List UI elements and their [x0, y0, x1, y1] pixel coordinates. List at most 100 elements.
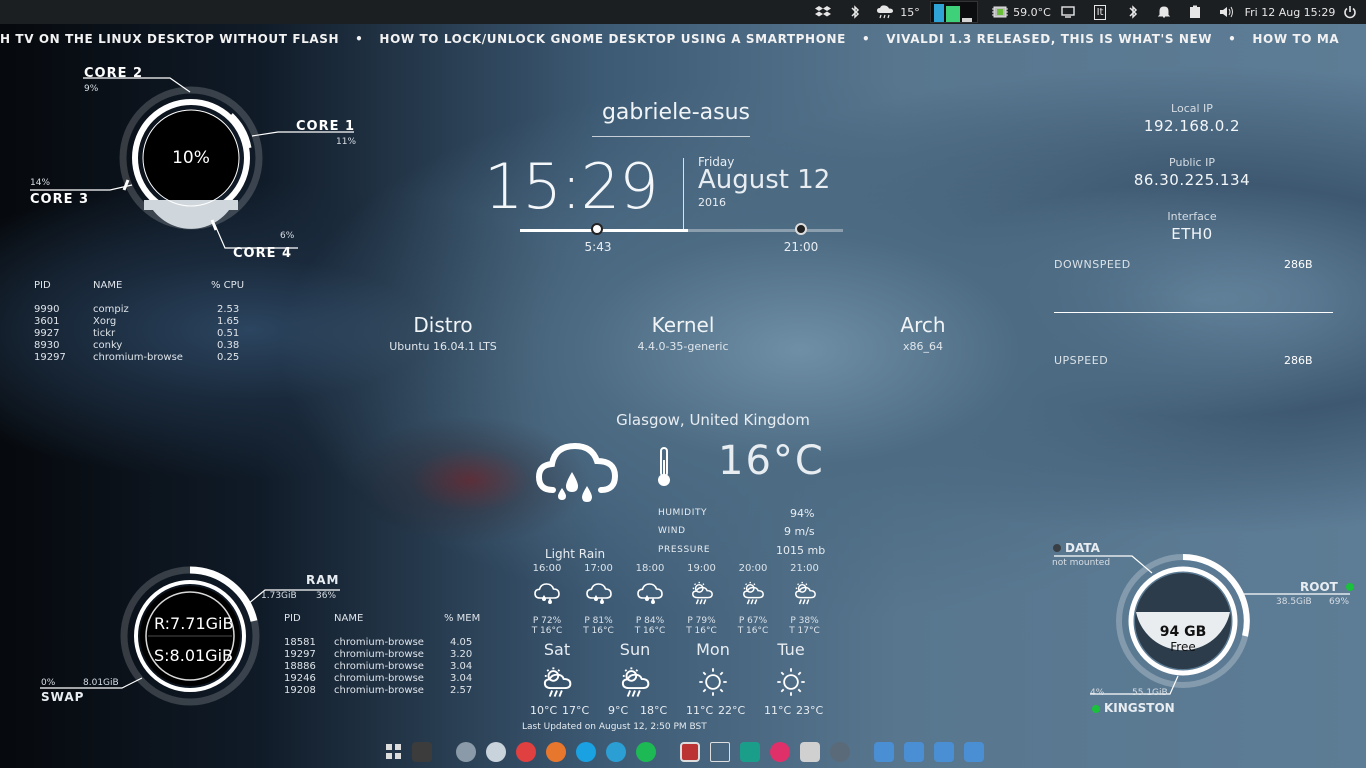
gmail-icon[interactable]: [516, 742, 536, 762]
humidity-label: HUMIDITY: [658, 508, 708, 518]
hourly-precip: P 38%: [790, 616, 819, 626]
terminal-icon[interactable]: [412, 742, 432, 762]
bluetooth-status-icon[interactable]: [1124, 0, 1142, 24]
thermometer-icon: [658, 447, 670, 486]
rain-cloud-icon: [625, 581, 675, 608]
table-row: 18886 chromium-browse 3.04: [284, 661, 484, 673]
public-ip-value: 86.30.225.134: [1133, 171, 1251, 189]
power-icon[interactable]: [1340, 0, 1360, 24]
document-edit-icon[interactable]: [800, 742, 820, 762]
pressure-value: 1015 mb: [776, 544, 826, 557]
cell-pid: 9990: [34, 304, 60, 315]
display-icon[interactable]: [1058, 0, 1078, 24]
panel-clock[interactable]: Fri 12 Aug 15:29: [1244, 0, 1336, 24]
documents-folder-icon[interactable]: [904, 742, 924, 762]
ticker-item[interactable]: VIVALDI 1.3 RELEASED, THIS IS WHAT'S NEW: [886, 32, 1212, 46]
cell-name: chromium-browse: [334, 637, 424, 648]
col-name: NAME: [334, 613, 364, 624]
sunset-marker: [795, 223, 807, 235]
hostname: gabriele-asus: [601, 100, 751, 125]
upload-app-icon[interactable]: [680, 742, 700, 762]
editor-pen-icon[interactable]: [710, 742, 730, 762]
arch-value: x86_64: [902, 340, 943, 353]
ticker-item[interactable]: HOW TO MA: [1252, 32, 1339, 46]
cell-name: conky: [93, 340, 123, 351]
firefox-icon[interactable]: [546, 742, 566, 762]
hourly-temp: T 16°C: [634, 626, 666, 636]
network-graph-baseline: [1054, 312, 1333, 313]
ram-label: RAM: [306, 573, 340, 587]
system-monitor-graph[interactable]: [930, 0, 978, 24]
core2-label: CORE 2: [84, 66, 144, 81]
downloads-folder-icon[interactable]: [964, 742, 984, 762]
core3-label: CORE 3: [30, 192, 90, 207]
ticker-separator: •: [1228, 32, 1237, 46]
recent-folder-icon[interactable]: [934, 742, 954, 762]
daily-day: Sun: [619, 640, 651, 659]
sun-rain-icon: [600, 666, 670, 702]
downspeed-label: DOWNSPEED: [1054, 258, 1131, 271]
chrome-icon[interactable]: [456, 742, 476, 762]
bluetooth-icon[interactable]: [846, 0, 864, 24]
notebook-icon[interactable]: [740, 742, 760, 762]
cpu-chip-icon[interactable]: [989, 0, 1011, 24]
ticker-item[interactable]: H TV ON THE LINUX DESKTOP WITHOUT FLASH: [0, 32, 339, 46]
cell-pid: 18886: [284, 661, 316, 672]
core1-label: CORE 1: [296, 119, 356, 134]
app-grid-icon[interactable]: [384, 742, 404, 762]
cell-pid: 8930: [34, 340, 60, 351]
clipboard-icon[interactable]: [1186, 0, 1204, 24]
public-ip-label: Public IP: [1169, 156, 1215, 169]
sun-icon: [756, 666, 826, 702]
cell-name: chromium-browse: [334, 649, 424, 660]
hourly-temp: T 16°C: [686, 626, 717, 636]
swap-percent: 0%: [41, 678, 56, 688]
cell-value: 2.57: [450, 685, 473, 696]
cell-value: 4.05: [450, 637, 473, 648]
messenger-icon[interactable]: [606, 742, 626, 762]
volume-icon[interactable]: [1216, 0, 1238, 24]
spotify-icon[interactable]: [636, 742, 656, 762]
local-ip-label: Local IP: [1171, 102, 1213, 115]
keyboard-layout-indicator[interactable]: It: [1090, 0, 1110, 24]
ticker-item[interactable]: HOW TO LOCK/UNLOCK GNOME DESKTOP USING A…: [379, 32, 846, 46]
core1-value: 11%: [336, 137, 357, 147]
col-cpu: % CPU: [211, 280, 245, 291]
cell-value: 0.38: [217, 340, 240, 351]
ram-used: 1.73GiB: [261, 591, 297, 601]
year: 2016: [698, 196, 726, 209]
hourly-temp: T 17°C: [789, 626, 820, 636]
sunrise-marker: [591, 223, 603, 235]
skype-icon[interactable]: [576, 742, 596, 762]
cell-value: 0.51: [217, 328, 240, 339]
interface-value: ETH0: [1171, 225, 1213, 243]
home-folder-icon[interactable]: [874, 742, 894, 762]
hourly-precip: P 84%: [635, 616, 665, 626]
daily-high: 23°C: [796, 704, 824, 717]
table-header: PID NAME % CPU: [34, 280, 264, 294]
mail-client-icon[interactable]: [486, 742, 506, 762]
dock: [380, 738, 990, 768]
daily-forecast: Sat 10°C 17°C Sun 9°C 18°C Mon 11°C 22°C Tue 11°C 2…: [524, 640, 844, 720]
core4-label: CORE 4: [233, 246, 293, 261]
atom-icon[interactable]: [830, 742, 850, 762]
cell-pid: 18581: [284, 637, 316, 648]
sun-rain-icon: [780, 581, 830, 608]
weather-rain-icon[interactable]: [874, 0, 898, 24]
core2-value: 9%: [84, 84, 99, 94]
flickr-icon[interactable]: [770, 742, 790, 762]
col-mem: % MEM: [444, 613, 481, 624]
table-row: 8930 conky 0.38: [34, 340, 264, 352]
news-ticker[interactable]: H TV ON THE LINUX DESKTOP WITHOUT FLASH •…: [0, 32, 1366, 50]
dropbox-icon[interactable]: [812, 0, 834, 24]
data-disk-status: not mounted: [1052, 558, 1111, 568]
cell-pid: 3601: [34, 316, 60, 327]
host-divider: [592, 136, 750, 137]
hourly-temp: T 16°C: [583, 626, 614, 636]
daily-low: 11°C: [764, 704, 792, 717]
cell-name: chromium-browse: [334, 673, 424, 684]
hourly-time: 20:00: [738, 563, 768, 574]
data-status-dot: [1053, 544, 1061, 552]
cell-name: chromium-browse: [93, 352, 183, 363]
notification-bell-icon[interactable]: [1154, 0, 1174, 24]
